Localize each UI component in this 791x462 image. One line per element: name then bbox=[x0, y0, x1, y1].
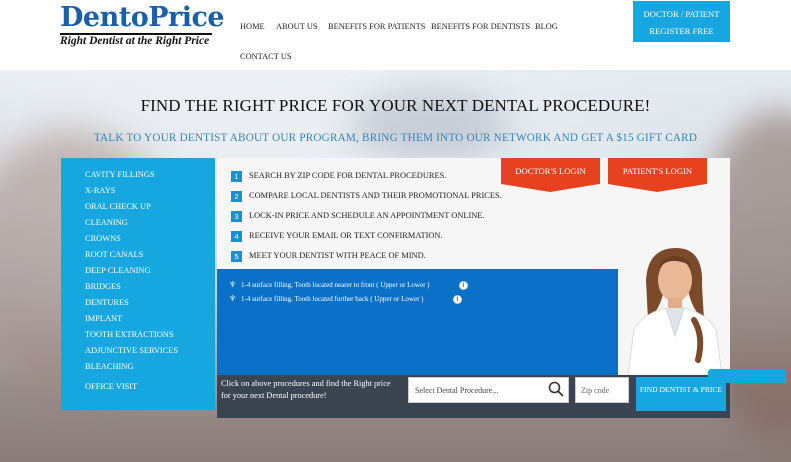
register-button-line1: DOCTOR / PATIENT bbox=[643, 9, 720, 19]
hero-subline: TALK TO YOUR DENTIST ABOUT OUR PROGRAM, … bbox=[93, 132, 698, 144]
sidebar-item-bleaching[interactable]: BLEACHING bbox=[85, 362, 133, 371]
site-header: DentoPrice Right Dentist at the Right Pr… bbox=[0, 0, 791, 70]
sidebar-item-root-canals[interactable]: ROOT CANALS bbox=[85, 250, 143, 259]
info-icon[interactable]: i bbox=[459, 281, 468, 290]
sidebar-item-dentures[interactable]: DENTURES bbox=[85, 298, 129, 307]
hero-headline: FIND THE RIGHT PRICE FOR YOUR NEXT DENTA… bbox=[140, 96, 651, 115]
sidebar-item-adjunctive-services[interactable]: ADJUNCTIVE SERVICES bbox=[85, 346, 178, 355]
nav-benefits-patients[interactable]: BENEFITS FOR PATIENTS bbox=[328, 22, 425, 31]
sidebar-item-cleaning[interactable]: CLEANING bbox=[85, 218, 128, 227]
nav-home[interactable]: HOME bbox=[240, 22, 265, 31]
info-icon[interactable]: i bbox=[453, 295, 462, 304]
sidebar-item-tooth-extractions[interactable]: TOOTH EXTRACTIONS bbox=[85, 330, 173, 339]
step-number: 1 bbox=[231, 171, 242, 182]
doctor-login-button[interactable]: DOCTOR'S LOGIN bbox=[501, 158, 600, 192]
nav-about-us[interactable]: ABOUT US bbox=[276, 22, 318, 31]
chat-widget-tab[interactable] bbox=[708, 369, 786, 383]
sidebar-item-office-visit[interactable]: OFFICE VISIT bbox=[85, 382, 137, 391]
sidebar-item-bridges[interactable]: BRIDGES bbox=[85, 282, 121, 291]
step-text: COMPARE LOCAL DENTISTS AND THEIR PROMOTI… bbox=[249, 191, 502, 200]
register-button[interactable]: DOCTOR / PATIENT REGISTER FREE bbox=[633, 1, 730, 42]
patient-login-button[interactable]: PATIENT'S LOGIN bbox=[608, 158, 707, 192]
zip-code-input[interactable]: Zip code bbox=[575, 377, 629, 403]
step-number: 4 bbox=[231, 231, 242, 242]
step-text: MEET YOUR DENTIST WITH PEACE OF MIND. bbox=[249, 251, 426, 260]
procedure-sidebar: CAVITY FILLINGS X-RAYS ORAL CHECK UP CLE… bbox=[61, 158, 215, 410]
register-button-line2: REGISTER FREE bbox=[649, 26, 714, 36]
procedure-option[interactable]: 1-4 surface filling, Tooth located neare… bbox=[241, 281, 430, 289]
step-text: SEARCH BY ZIP CODE FOR DENTAL PROCEDURES… bbox=[249, 171, 447, 180]
nav-benefits-dentists[interactable]: BENEFITS FOR DENTISTS bbox=[431, 22, 530, 31]
nav-contact-us[interactable]: CONTACT US bbox=[240, 52, 292, 61]
logo[interactable]: DentoPrice Right Dentist at the Right Pr… bbox=[60, 2, 225, 48]
step-number: 2 bbox=[231, 191, 242, 202]
logo-text: DentoPrice bbox=[60, 2, 225, 33]
procedure-option[interactable]: 1-4 surface filling, Tooth located furth… bbox=[241, 295, 423, 303]
sidebar-item-crowns[interactable]: CROWNS bbox=[85, 234, 121, 243]
procedure-select[interactable]: Select Dental Procedure... bbox=[408, 377, 569, 403]
tooth-icon: ♆ bbox=[229, 280, 237, 289]
sidebar-item-implant[interactable]: IMPLANT bbox=[85, 314, 122, 323]
step-number: 3 bbox=[231, 211, 242, 222]
step-number: 5 bbox=[231, 251, 242, 262]
nav-blog[interactable]: BLOG bbox=[535, 22, 558, 31]
sidebar-item-x-rays[interactable]: X-RAYS bbox=[85, 186, 115, 195]
sidebar-item-deep-cleaning[interactable]: DEEP CLEANING bbox=[85, 266, 151, 275]
sidebar-item-cavity-fillings[interactable]: CAVITY FILLINGS bbox=[85, 170, 155, 179]
search-icon[interactable] bbox=[548, 381, 564, 397]
step-text: LOCK-IN PRICE AND SCHEDULE AN APPOINTMEN… bbox=[249, 211, 485, 220]
sidebar-item-oral-check-up[interactable]: ORAL CHECK UP bbox=[85, 202, 151, 211]
dentist-photo bbox=[618, 240, 730, 375]
search-prompt: Click on above procedures and find the R… bbox=[221, 379, 391, 400]
logo-tagline: Right Dentist at the Right Price bbox=[60, 33, 212, 48]
step-text: RECEIVE YOUR EMAIL OR TEXT CONFIRMATION. bbox=[249, 231, 443, 240]
tooth-icon: ♆ bbox=[229, 294, 237, 303]
